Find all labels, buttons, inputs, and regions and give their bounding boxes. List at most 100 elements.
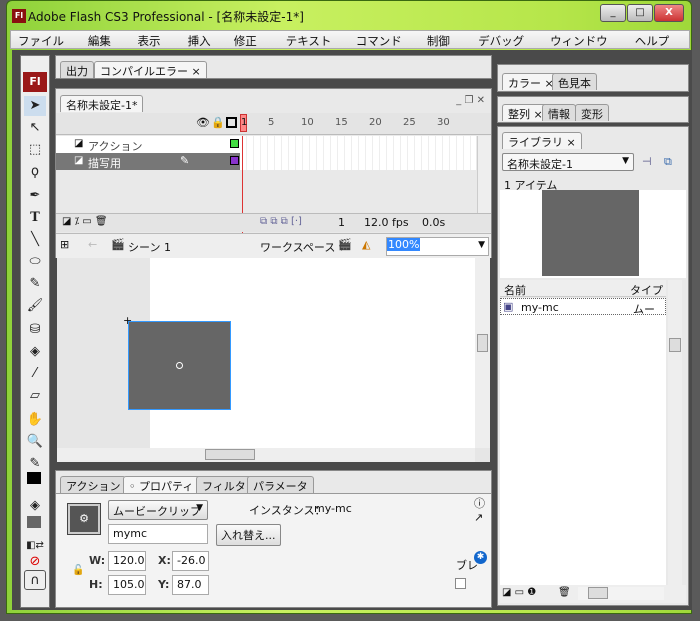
scene-label[interactable]: シーン 1 xyxy=(128,239,171,255)
width-input[interactable]: 120.0 xyxy=(108,551,146,571)
frame-rate[interactable]: 12.0 fps xyxy=(364,216,409,229)
tab-document[interactable]: 名称未設定-1* xyxy=(60,95,144,112)
tab-transform[interactable]: 変形 xyxy=(575,104,609,121)
timeline-vscroll[interactable] xyxy=(477,136,491,214)
pin-library-icon[interactable]: ⊣ xyxy=(642,155,652,168)
line-tool-icon[interactable]: ╲ xyxy=(24,230,46,250)
workspace-menu[interactable]: ワークスペース ▾ xyxy=(260,239,344,255)
ink-bottle-tool-icon[interactable]: ⛁ xyxy=(24,320,46,340)
menu-text[interactable]: テキスト(T) xyxy=(279,31,349,63)
outline-icon[interactable] xyxy=(226,117,237,128)
menu-commands[interactable]: コマンド(C) xyxy=(349,31,420,63)
eraser-tool-icon[interactable]: ▱ xyxy=(24,386,46,406)
open-external-icon[interactable]: ↗ xyxy=(474,511,483,524)
library-hscroll[interactable] xyxy=(578,587,664,600)
stage-hscroll[interactable] xyxy=(57,448,475,462)
movie-clip-instance[interactable] xyxy=(128,321,231,410)
tab-filters[interactable]: フィルタ xyxy=(196,476,252,493)
brush-tool-icon[interactable]: 🖌 xyxy=(24,296,46,316)
menu-edit[interactable]: 編集(E) xyxy=(81,31,131,63)
stage-vscroll[interactable] xyxy=(475,258,490,448)
stroke-color-icon[interactable]: ✎ xyxy=(24,454,46,474)
lasso-tool-icon[interactable]: ϙ xyxy=(24,162,46,182)
y-input[interactable]: 87.0 xyxy=(172,575,209,595)
layer-row-selected[interactable]: ◪ 描写用 ✎ xyxy=(56,153,240,170)
new-library-panel-icon[interactable]: ⧉ xyxy=(664,155,672,169)
output-panel: 出力 コンパイルエラー × xyxy=(55,55,492,79)
stroke-color-swatch[interactable] xyxy=(27,472,41,484)
menu-view[interactable]: 表示(V) xyxy=(131,31,181,63)
tab-actions[interactable]: アクション xyxy=(60,476,127,493)
edit-symbol-icon[interactable]: ◭ xyxy=(362,238,370,251)
subselection-tool-icon[interactable]: ↖ xyxy=(24,118,46,138)
onion-skin-icon[interactable]: ⧉ ⧉ ⧉ [·] xyxy=(260,216,302,227)
layer-row[interactable]: ◪ アクション xyxy=(56,136,240,153)
pen-tool-icon[interactable]: ✒ xyxy=(24,186,46,206)
insert-layer-icon[interactable]: ◪ ⁒ ▭ 🗑 xyxy=(62,216,108,227)
y-label: Y: xyxy=(158,578,170,591)
library-list xyxy=(500,315,666,585)
frame-number: 15 xyxy=(335,117,348,128)
eye-icon[interactable]: 👁 xyxy=(196,116,210,129)
no-color-icon[interactable]: ⊘ xyxy=(24,552,46,572)
current-frame: 1 xyxy=(338,216,345,229)
column-type[interactable]: タイプ xyxy=(630,282,663,298)
menu-debug[interactable]: デバッグ(D) xyxy=(471,31,543,63)
menu-window[interactable]: ウィンドウ(W) xyxy=(543,31,628,63)
snap-magnet-icon[interactable]: ∩ xyxy=(24,570,46,590)
x-label: X: xyxy=(158,554,171,567)
pencil-tool-icon[interactable]: ✎ xyxy=(24,274,46,294)
maximize-button[interactable]: □ xyxy=(627,4,653,22)
back-arrow-icon[interactable]: ← xyxy=(88,238,97,251)
help-icon[interactable]: ⓘ xyxy=(474,495,485,511)
text-tool-icon[interactable]: T xyxy=(24,208,46,228)
zoom-select[interactable]: 100% ▼ xyxy=(386,237,489,256)
x-input[interactable]: -26.0 xyxy=(172,551,209,571)
swap-button[interactable]: 入れ替え... xyxy=(216,524,281,546)
minimize-button[interactable]: _ xyxy=(600,4,626,22)
zoom-tool-icon[interactable]: 🔍 xyxy=(24,432,46,452)
free-transform-tool-icon[interactable]: ⬚ xyxy=(24,140,46,160)
instance-name-input[interactable]: mymc xyxy=(108,524,208,544)
menu-control[interactable]: 制御(O) xyxy=(420,31,471,63)
oval-tool-icon[interactable]: ⬭ xyxy=(24,252,46,272)
hand-tool-icon[interactable]: ✋ xyxy=(24,410,46,430)
new-symbol-icon[interactable]: ◪ ▭ ❶ xyxy=(502,587,536,598)
symbol-type-select[interactable]: ムービークリップ ▼ xyxy=(108,500,208,520)
tab-info[interactable]: 情報 xyxy=(542,104,576,121)
instance-of-value: my-mc xyxy=(314,502,352,515)
layer-color-swatch[interactable] xyxy=(230,139,239,148)
menu-insert[interactable]: 挿入(I) xyxy=(181,31,227,63)
menu-help[interactable]: ヘルプ(H) xyxy=(628,31,689,63)
delete-icon[interactable]: 🗑 xyxy=(558,587,571,598)
menu-modify[interactable]: 修正(M) xyxy=(227,31,279,63)
panel-controls[interactable]: _ ❐ ✕ xyxy=(456,95,485,106)
tab-swatches[interactable]: 色見本 xyxy=(552,73,597,90)
paint-bucket-tool-icon[interactable]: ◈ xyxy=(24,342,46,362)
library-vscroll[interactable] xyxy=(668,280,682,585)
cache-bitmap-checkbox[interactable] xyxy=(455,578,466,589)
fill-color-swatch[interactable] xyxy=(27,516,41,528)
edit-scene-icon[interactable]: 🎬 xyxy=(338,238,352,251)
column-name[interactable]: 名前 xyxy=(504,282,526,298)
constrain-lock-icon[interactable]: 🔓 xyxy=(72,565,84,576)
tools-panel: Fl ➤ ↖ ⬚ ϙ ✒ T ╲ ⬭ ✎ 🖌 ⛁ ◈ ⁄ ▱ ✋ 🔍 ✎ ◈ ◧… xyxy=(20,55,50,608)
tab-parameters[interactable]: パラメータ xyxy=(247,476,314,493)
menu-file[interactable]: ファイル(F) xyxy=(11,31,81,63)
tab-compile-errors[interactable]: コンパイルエラー × xyxy=(94,61,207,78)
library-document-select[interactable]: 名称未設定-1 ▼ xyxy=(502,153,634,171)
timeline-toggle-icon[interactable]: ⊞ xyxy=(60,238,69,251)
fill-color-icon[interactable]: ◈ xyxy=(24,496,46,516)
layer-color-swatch[interactable] xyxy=(230,156,239,165)
lock-icon[interactable]: 🔒 xyxy=(211,116,225,129)
library-item[interactable]: ▣ my-mc ムービー xyxy=(500,298,666,332)
tab-library[interactable]: ライブラリ × xyxy=(502,132,582,149)
tab-output[interactable]: 出力 xyxy=(60,61,94,78)
eyedropper-tool-icon[interactable]: ⁄ xyxy=(24,364,46,384)
elapsed-time: 0.0s xyxy=(422,216,446,229)
height-input[interactable]: 105.0 xyxy=(108,575,146,595)
selection-tool-icon[interactable]: ➤ xyxy=(24,96,46,116)
close-button[interactable]: X xyxy=(654,4,684,22)
stage-area[interactable]: + xyxy=(57,258,490,462)
frames-grid[interactable] xyxy=(240,136,476,170)
